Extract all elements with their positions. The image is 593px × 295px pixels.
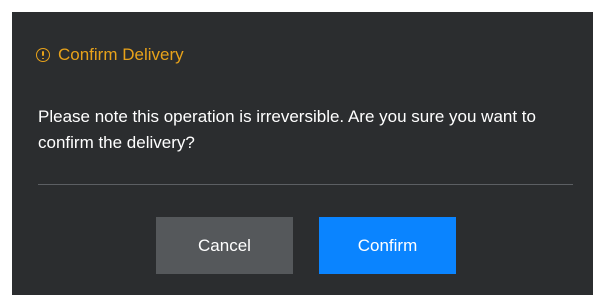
dialog-message: Please note this operation is irreversib… [38, 107, 536, 152]
dialog-title: Confirm Delivery [58, 45, 184, 64]
dialog-divider [38, 184, 573, 185]
confirm-delivery-dialog: Confirm Delivery Please note this operat… [12, 12, 593, 295]
cancel-button[interactable]: Cancel [156, 217, 293, 274]
confirm-button[interactable]: Confirm [319, 217, 456, 274]
dialog-actions: Cancel Confirm [156, 217, 456, 274]
dialog-header: Confirm Delivery [36, 45, 184, 65]
warning-circle-icon [36, 48, 50, 62]
